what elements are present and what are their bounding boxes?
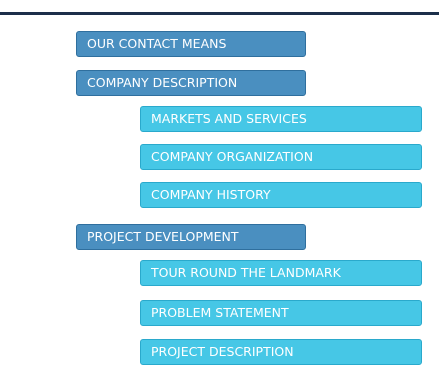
project-development-button[interactable]: PROJECT DEVELOPMENT <box>76 224 306 250</box>
company-description-button[interactable]: COMPANY DESCRIPTION <box>76 70 306 96</box>
company-organization-button[interactable]: COMPANY ORGANIZATION <box>140 144 422 170</box>
markets-and-services-button[interactable]: MARKETS AND SERVICES <box>140 106 422 132</box>
navigation-page: OUR CONTACT MEANS COMPANY DESCRIPTION MA… <box>0 0 439 365</box>
problem-statement-button[interactable]: PROBLEM STATEMENT <box>140 300 422 326</box>
our-contact-means-button[interactable]: OUR CONTACT MEANS <box>76 31 306 57</box>
tour-round-the-landmark-button[interactable]: TOUR ROUND THE LANDMARK <box>140 260 422 286</box>
top-divider <box>0 12 439 15</box>
project-description-button[interactable]: PROJECT DESCRIPTION <box>140 339 422 365</box>
company-history-button[interactable]: COMPANY HISTORY <box>140 182 422 208</box>
